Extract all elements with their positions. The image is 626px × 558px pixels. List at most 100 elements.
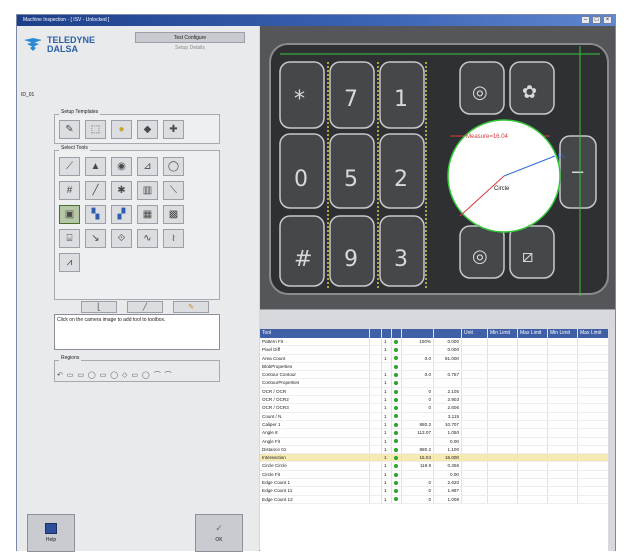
help-icon — [45, 523, 57, 534]
table-row[interactable]: OCR / OCR3 1 0 2.606 — [260, 404, 615, 413]
column-header[interactable]: Min Limit — [488, 329, 518, 338]
table-row[interactable]: BlobProperties — [260, 362, 615, 372]
table-row[interactable]: Pixel Diff 1 0.000 — [260, 346, 615, 355]
pencil-draw-button[interactable]: ✎ — [173, 301, 209, 313]
template-1-icon[interactable]: ✎ — [59, 120, 80, 139]
table-cell — [462, 412, 488, 420]
matrix-tool-icon[interactable]: ▩ — [163, 205, 184, 224]
measure-tool-icon[interactable]: ⟍ — [163, 181, 184, 200]
table-cell — [548, 420, 578, 429]
table-cell: 0.256 — [434, 462, 462, 470]
left-panel: TELEDYNE DALSA Test Configure Setup Deta… — [17, 26, 259, 552]
svg-text:◎: ◎ — [472, 246, 488, 267]
feature-tool-icon[interactable]: ✱ — [111, 181, 132, 200]
table-cell: Intersection — [260, 454, 370, 462]
table-row[interactable]: Count / N 1 3.115 — [260, 412, 615, 421]
table-row[interactable]: Edge Count 1 1 0 2.620 — [260, 479, 615, 488]
region-shape-icons[interactable]: ↶ ▭ ▭ ◯ ▭ ◯ ◇ ▭ ◯ ⌒ ⌒ — [57, 370, 173, 380]
ocr-tool-icon[interactable]: # — [59, 181, 80, 200]
column-header[interactable] — [370, 329, 382, 338]
tab-test-configure[interactable]: Test Configure — [135, 32, 245, 43]
table-row[interactable]: Distance 01 1 880.2 1.100 — [260, 445, 615, 455]
table-cell — [518, 445, 548, 454]
template-2-icon[interactable]: ⬚ — [85, 120, 106, 139]
grid-tool-icon[interactable]: ▦ — [137, 205, 158, 224]
curve-tool-icon[interactable]: ∿ — [137, 229, 158, 248]
table-row[interactable]: ContourProperties 1 — [260, 379, 615, 388]
table-row[interactable]: Circle Circle 1 118.9 0.256 — [260, 462, 615, 471]
table-row[interactable]: OCR / OCR2 1 0 2.903 — [260, 396, 615, 405]
table-row[interactable]: Circle Fit 1 0.00 — [260, 470, 615, 480]
maximize-icon[interactable]: □ — [592, 16, 601, 24]
column-header[interactable]: Unit — [462, 329, 488, 338]
match-tool-icon[interactable]: ⟐ — [111, 229, 132, 248]
table-cell — [488, 495, 518, 503]
table-row[interactable]: Caliper 1 1 880.2 10.707 — [260, 420, 615, 430]
table-cell — [370, 362, 382, 371]
circle-label: Circle — [494, 186, 510, 192]
table-cell — [392, 362, 402, 371]
blob-tool-icon[interactable]: ◉ — [111, 157, 132, 176]
table-row[interactable]: Angle 8 1 113.07 1.050 — [260, 429, 615, 438]
column-header[interactable] — [402, 329, 434, 338]
rect-tool-icon[interactable]: ▣ — [59, 205, 80, 224]
device-id: ID_01 — [21, 92, 35, 98]
pixel-tool-icon[interactable]: ▚ — [85, 205, 106, 224]
slash-draw-button[interactable]: ╱ — [127, 301, 163, 313]
table-row[interactable]: Angle Fit 1 0.00 — [260, 437, 615, 446]
table-cell — [488, 338, 518, 346]
table-row[interactable]: Intersection 1 15.04 15.000 — [260, 454, 615, 463]
table-cell: Contour Contour — [260, 371, 370, 379]
close-icon[interactable]: × — [603, 16, 612, 24]
edge-tool-icon[interactable]: ⟋ — [59, 157, 80, 176]
table-cell: 1 — [382, 387, 392, 396]
instruction-text: Click on the camera image to add tool to… — [57, 317, 166, 323]
table-cell: 0 — [402, 387, 434, 396]
template-4-icon[interactable]: ◆ — [137, 120, 158, 139]
table-cell — [392, 487, 402, 495]
table-cell — [548, 487, 578, 495]
table-cell — [548, 495, 578, 503]
table-cell — [402, 437, 434, 445]
ok-button[interactable]: ✓ OK — [195, 514, 243, 552]
pattern-tool-icon[interactable]: ▞ — [111, 205, 132, 224]
table-cell — [370, 470, 382, 479]
area-tool-icon[interactable]: ▲ — [85, 157, 106, 176]
column-header[interactable] — [382, 329, 392, 338]
table-cell — [518, 371, 548, 379]
table-cell — [392, 371, 402, 379]
table-cell — [488, 462, 518, 470]
barcode-tool-icon[interactable]: ▥ — [137, 181, 158, 200]
help-label: Help — [45, 537, 57, 543]
table-row[interactable]: OCR / OCR 1 0 2.105 — [260, 387, 615, 397]
column-header[interactable]: Min Limit — [548, 329, 578, 338]
image-scrollbar[interactable] — [260, 309, 615, 318]
table-row[interactable]: Edge Count 12 1 0 1.008 — [260, 495, 615, 504]
column-header[interactable]: Tool — [260, 329, 370, 338]
wave-tool-icon[interactable]: ≀ — [163, 229, 184, 248]
minimize-icon[interactable]: – — [581, 16, 590, 24]
column-header[interactable] — [392, 329, 402, 338]
help-button[interactable]: Help — [27, 514, 75, 552]
column-header[interactable] — [434, 329, 462, 338]
template-3-icon[interactable]: ● — [111, 120, 132, 139]
table-row[interactable]: Pattern Fit 1 100% 0.000 — [260, 338, 615, 347]
template-5-icon[interactable]: ✚ — [163, 120, 184, 139]
camera-image-view[interactable]: * 7 1 0 5 2 # 9 3 ◎ ✿ ◎ ⧄ − Measure=16.0… — [260, 26, 615, 309]
column-header[interactable]: Max Limit — [518, 329, 548, 338]
table-row[interactable]: Area Count 1 0.0 81.000 — [260, 354, 615, 363]
angle-tool-icon[interactable]: ⊿ — [137, 157, 158, 176]
line-tool-icon[interactable]: ╱ — [85, 181, 106, 200]
circle-tool-icon[interactable]: ◯ — [163, 157, 184, 176]
flaw-tool-icon[interactable]: ⩘ — [59, 253, 80, 272]
tab-setup-details[interactable]: Setup Details — [135, 45, 245, 51]
line-draw-button[interactable]: ⎣ — [81, 301, 117, 313]
probe-tool-icon[interactable]: ↘ — [85, 229, 106, 248]
calc-tool-icon[interactable]: ⌸ — [59, 229, 80, 248]
table-cell — [434, 379, 462, 387]
application-window: Machine Inspection - [ ISV - Unlocked ] … — [16, 14, 616, 552]
table-scrollbar[interactable] — [608, 329, 615, 551]
table-row[interactable]: Contour Contour 1 0.0 0.757 — [260, 371, 615, 380]
table-cell — [370, 412, 382, 420]
table-row[interactable]: Edge Count 11 1 0 1.997 — [260, 487, 615, 496]
